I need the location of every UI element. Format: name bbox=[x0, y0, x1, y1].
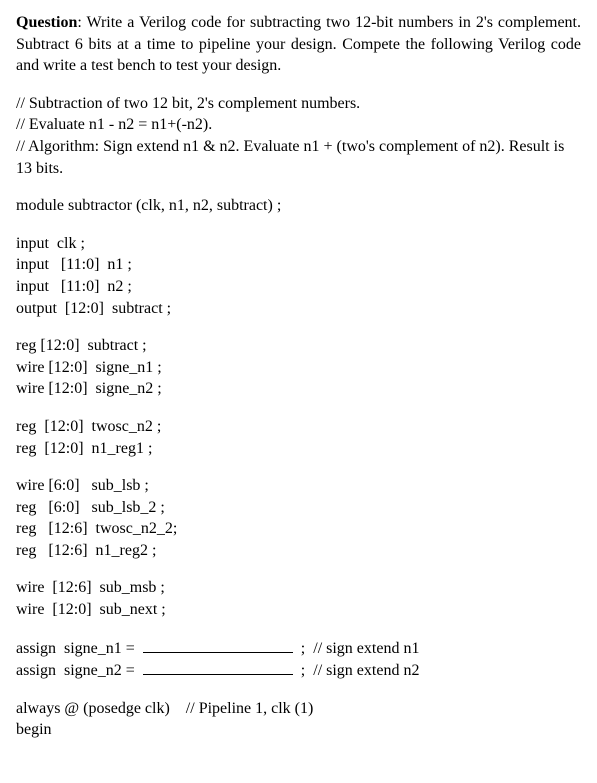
assign-signe-n2: assign signe_n2 = ; // sign extend n2 bbox=[16, 659, 581, 682]
assign-signe-n1-prefix: assign signe_n1 = bbox=[16, 638, 139, 660]
assign-signe-n1-suffix: ; // sign extend n1 bbox=[297, 638, 420, 660]
decl-signe-n1: wire [12:0] signe_n1 ; bbox=[16, 357, 581, 379]
signal-declarations-3: wire [6:0] sub_lsb ; reg [6:0] sub_lsb_2… bbox=[16, 475, 581, 561]
comment-block: // Subtraction of two 12 bit, 2's comple… bbox=[16, 93, 581, 179]
module-declaration: module subtractor (clk, n1, n2, subtract… bbox=[16, 195, 581, 217]
blank-signe-n1[interactable] bbox=[143, 637, 293, 653]
always-line-1: always @ (posedge clk) // Pipeline 1, cl… bbox=[16, 698, 581, 720]
comment-line-3: // Algorithm: Sign extend n1 & n2. Evalu… bbox=[16, 136, 581, 179]
assign-block: assign signe_n1 = ; // sign extend n1 as… bbox=[16, 637, 581, 682]
decl-n1-reg1: reg [12:0] n1_reg1 ; bbox=[16, 438, 581, 460]
always-block: always @ (posedge clk) // Pipeline 1, cl… bbox=[16, 698, 581, 741]
question-paragraph: Question: Write a Verilog code for subtr… bbox=[16, 12, 581, 77]
port-subtract: output [12:0] subtract ; bbox=[16, 298, 581, 320]
port-clk: input clk ; bbox=[16, 233, 581, 255]
signal-declarations-1: reg [12:0] subtract ; wire [12:0] signe_… bbox=[16, 335, 581, 400]
decl-sub-lsb: wire [6:0] sub_lsb ; bbox=[16, 475, 581, 497]
decl-signe-n2: wire [12:0] signe_n2 ; bbox=[16, 378, 581, 400]
blank-signe-n2[interactable] bbox=[143, 659, 293, 675]
assign-signe-n2-suffix: ; // sign extend n2 bbox=[297, 660, 420, 682]
always-line-2: begin bbox=[16, 719, 581, 741]
decl-twosc-n2-2: reg [12:6] twosc_n2_2; bbox=[16, 518, 581, 540]
port-declarations: input clk ; input [11:0] n1 ; input [11:… bbox=[16, 233, 581, 319]
signal-declarations-4: wire [12:6] sub_msb ; wire [12:0] sub_ne… bbox=[16, 577, 581, 620]
decl-sub-lsb-2: reg [6:0] sub_lsb_2 ; bbox=[16, 497, 581, 519]
comment-line-2: // Evaluate n1 - n2 = n1+(-n2). bbox=[16, 114, 581, 136]
question-text: : Write a Verilog code for subtracting t… bbox=[16, 14, 581, 74]
comment-line-1: // Subtraction of two 12 bit, 2's comple… bbox=[16, 93, 581, 115]
decl-n1-reg2: reg [12:6] n1_reg2 ; bbox=[16, 540, 581, 562]
port-n2: input [11:0] n2 ; bbox=[16, 276, 581, 298]
decl-subtract: reg [12:0] subtract ; bbox=[16, 335, 581, 357]
decl-sub-next: wire [12:0] sub_next ; bbox=[16, 599, 581, 621]
assign-signe-n2-prefix: assign signe_n2 = bbox=[16, 660, 139, 682]
signal-declarations-2: reg [12:0] twosc_n2 ; reg [12:0] n1_reg1… bbox=[16, 416, 581, 459]
port-n1: input [11:0] n1 ; bbox=[16, 254, 581, 276]
decl-sub-msb: wire [12:6] sub_msb ; bbox=[16, 577, 581, 599]
decl-twosc-n2: reg [12:0] twosc_n2 ; bbox=[16, 416, 581, 438]
question-label: Question bbox=[16, 14, 77, 31]
assign-signe-n1: assign signe_n1 = ; // sign extend n1 bbox=[16, 637, 581, 660]
